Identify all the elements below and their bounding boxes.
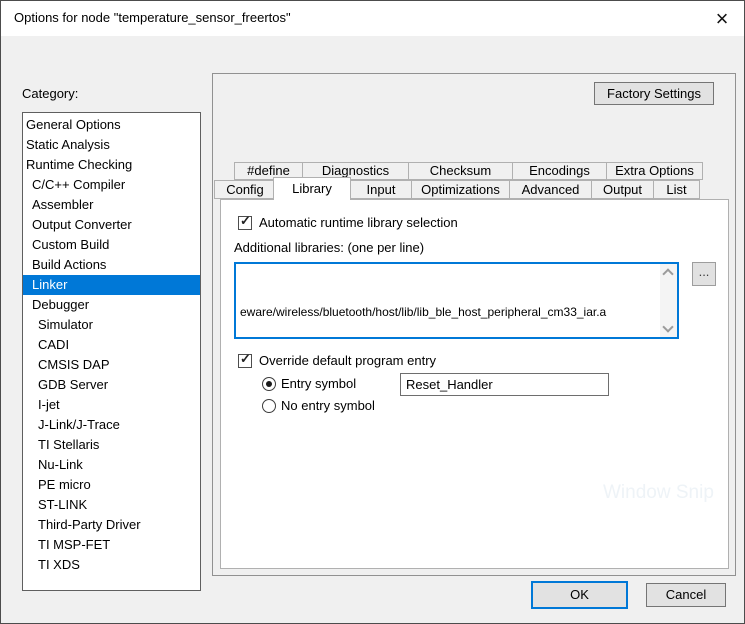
category-item-ti-msp-fet[interactable]: TI MSP-FET bbox=[23, 535, 200, 555]
category-item-custom-build[interactable]: Custom Build bbox=[23, 235, 200, 255]
category-item-assembler[interactable]: Assembler bbox=[23, 195, 200, 215]
factory-settings-button[interactable]: Factory Settings bbox=[594, 82, 714, 105]
category-item-cadi[interactable]: CADI bbox=[23, 335, 200, 355]
category-item-pe-micro[interactable]: PE micro bbox=[23, 475, 200, 495]
override-entry-label: Override default program entry bbox=[259, 353, 436, 369]
close-icon: × bbox=[716, 8, 729, 30]
category-item-build-actions[interactable]: Build Actions bbox=[23, 255, 200, 275]
category-item-static-analysis[interactable]: Static Analysis bbox=[23, 135, 200, 155]
tab-input[interactable]: Input bbox=[350, 180, 412, 199]
tab-checksum[interactable]: Checksum bbox=[408, 162, 513, 180]
category-label: Category: bbox=[22, 86, 78, 101]
override-entry-checkbox[interactable]: ✓ bbox=[238, 354, 252, 368]
tab-library[interactable]: Library bbox=[273, 177, 351, 200]
category-item-linker[interactable]: Linker bbox=[23, 275, 200, 295]
category-item-cmsis-dap[interactable]: CMSIS DAP bbox=[23, 355, 200, 375]
cancel-button[interactable]: Cancel bbox=[646, 583, 726, 607]
category-item-c-cpp-compiler[interactable]: C/C++ Compiler bbox=[23, 175, 200, 195]
category-item-general-options[interactable]: General Options bbox=[23, 115, 200, 135]
library-path-line: eware/wireless/bluetooth/host/lib/lib_bl… bbox=[240, 303, 673, 322]
category-item-ti-stellaris[interactable]: TI Stellaris bbox=[23, 435, 200, 455]
ok-button[interactable]: OK bbox=[531, 581, 628, 609]
category-item-gdb-server[interactable]: GDB Server bbox=[23, 375, 200, 395]
options-dialog: Options for node "temperature_sensor_fre… bbox=[0, 0, 745, 624]
category-item-st-link[interactable]: ST-LINK bbox=[23, 495, 200, 515]
tab-encodings[interactable]: Encodings bbox=[512, 162, 607, 180]
tab-config[interactable]: Config bbox=[214, 180, 276, 199]
window-title: Options for node "temperature_sensor_fre… bbox=[14, 10, 291, 25]
close-button[interactable]: × bbox=[704, 4, 740, 33]
automatic-runtime-checkbox[interactable]: ✓ bbox=[238, 216, 252, 230]
category-item-simulator[interactable]: Simulator bbox=[23, 315, 200, 335]
title-bar: Options for node "temperature_sensor_fre… bbox=[1, 1, 744, 36]
tab-extra-options[interactable]: Extra Options bbox=[606, 162, 703, 180]
scroll-down-icon[interactable] bbox=[662, 321, 673, 332]
checkmark-icon: ✓ bbox=[240, 352, 251, 365]
checkmark-icon: ✓ bbox=[240, 214, 251, 227]
category-item-nu-link[interactable]: Nu-Link bbox=[23, 455, 200, 475]
libraries-scrollbar[interactable] bbox=[660, 264, 677, 337]
additional-libraries-label: Additional libraries: (one per line) bbox=[234, 240, 424, 256]
category-item-debugger[interactable]: Debugger bbox=[23, 295, 200, 315]
radio-dot-icon bbox=[266, 381, 272, 387]
entry-symbol-radio[interactable] bbox=[262, 377, 276, 391]
category-item-ti-xds[interactable]: TI XDS bbox=[23, 555, 200, 575]
no-entry-symbol-radio[interactable] bbox=[262, 399, 276, 413]
scroll-up-icon[interactable] bbox=[662, 268, 673, 279]
tab-output[interactable]: Output bbox=[591, 180, 654, 199]
additional-libraries-input[interactable]: eware/wireless/bluetooth/host/lib/lib_bl… bbox=[234, 262, 679, 339]
library-tab-panel: ✓ Automatic runtime library selection Ad… bbox=[220, 199, 729, 569]
category-item-runtime-checking[interactable]: Runtime Checking bbox=[23, 155, 200, 175]
automatic-runtime-label: Automatic runtime library selection bbox=[259, 215, 458, 231]
category-item-output-converter[interactable]: Output Converter bbox=[23, 215, 200, 235]
tab-advanced[interactable]: Advanced bbox=[509, 180, 592, 199]
entry-symbol-label: Entry symbol bbox=[281, 376, 356, 392]
no-entry-symbol-label: No entry symbol bbox=[281, 398, 375, 414]
entry-symbol-input[interactable]: Reset_Handler bbox=[400, 373, 609, 396]
category-item-third-party-driver[interactable]: Third-Party Driver bbox=[23, 515, 200, 535]
tab-optimizations[interactable]: Optimizations bbox=[411, 180, 510, 199]
category-list: General Options Static Analysis Runtime … bbox=[22, 112, 201, 591]
category-item-i-jet[interactable]: I-jet bbox=[23, 395, 200, 415]
browse-libraries-button[interactable]: ... bbox=[692, 262, 716, 286]
category-item-j-link-j-trace[interactable]: J-Link/J-Trace bbox=[23, 415, 200, 435]
tab-list[interactable]: List bbox=[653, 180, 700, 199]
window-snip-ghost-text: Window Snip bbox=[603, 482, 714, 504]
